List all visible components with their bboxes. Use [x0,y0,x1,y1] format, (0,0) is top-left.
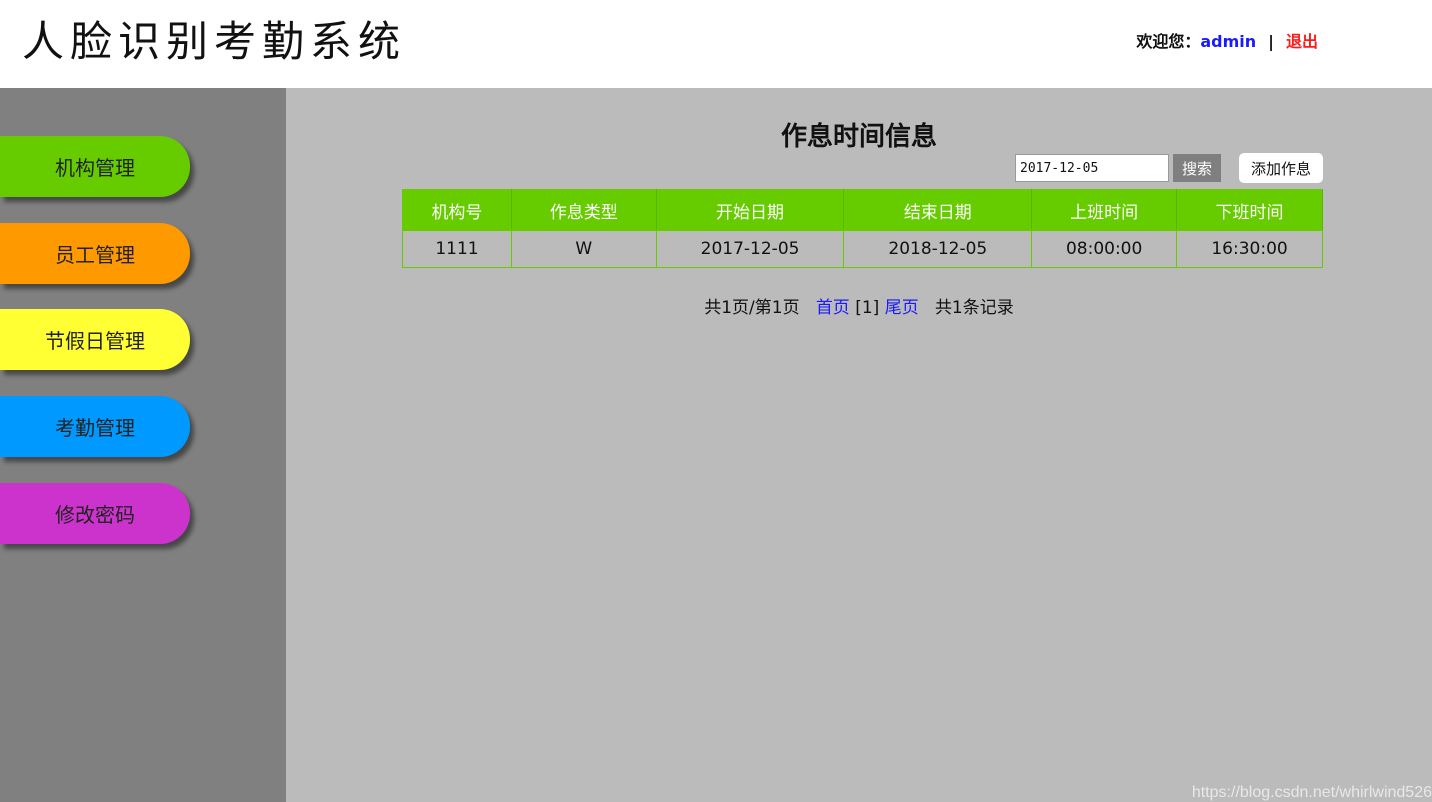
main-content: 作息时间信息 搜索 添加作息 机构号 作息类型 开始日期 结束日期 上班时间 下… [286,88,1432,802]
column-header-work-start: 上班时间 [1031,189,1178,231]
pager-current-page: [1] [855,298,880,318]
sidebar-item-employee-management[interactable]: 员工管理 [0,223,190,284]
column-header-org-id: 机构号 [402,189,512,231]
table-header-row: 机构号 作息类型 开始日期 结束日期 上班时间 下班时间 [402,189,1323,231]
sidebar-item-change-password[interactable]: 修改密码 [0,483,190,544]
separator: | [1268,32,1274,51]
user-area: 欢迎您：admin | 退出 [1136,28,1318,52]
sidebar-item-holiday-management[interactable]: 节假日管理 [0,309,190,370]
add-schedule-button[interactable]: 添加作息 [1239,153,1323,183]
app-title: 人脸识别考勤系统 [22,17,407,66]
pager-record-count: 共1条记录 [934,298,1014,318]
pagination: 共1页/第1页 首页 [1] 尾页 共1条记录 [286,293,1432,318]
sidebar-item-attendance-management[interactable]: 考勤管理 [0,396,190,457]
cell-work-start: 08:00:00 [1031,230,1178,268]
schedule-table: 机构号 作息类型 开始日期 结束日期 上班时间 下班时间 1111 W 2017… [402,189,1323,268]
column-header-schedule-type: 作息类型 [510,189,657,231]
table-row: 1111 W 2017-12-05 2018-12-05 08:00:00 16… [402,230,1323,268]
page-title: 作息时间信息 [780,122,937,152]
header: 人脸识别考勤系统 欢迎您：admin | 退出 [0,0,1432,88]
sidebar: 机构管理 员工管理 节假日管理 考勤管理 修改密码 [0,88,286,802]
sidebar-item-org-management[interactable]: 机构管理 [0,136,190,197]
user-name: admin [1200,32,1257,51]
column-header-start-date: 开始日期 [655,189,845,231]
search-button[interactable]: 搜索 [1173,154,1221,182]
search-date-input[interactable] [1015,154,1169,182]
cell-org-id: 1111 [402,230,512,268]
pager-summary: 共1页/第1页 [704,298,800,318]
pager-first-link[interactable]: 首页 [816,298,850,318]
column-header-work-end: 下班时间 [1176,189,1323,231]
watermark-text: https://blog.csdn.net/whirlwind526 [1191,784,1432,801]
cell-start-date: 2017-12-05 [655,230,845,268]
welcome-label: 欢迎您： [1136,32,1201,51]
cell-schedule-type: W [510,230,657,268]
cell-end-date: 2018-12-05 [843,230,1033,268]
logout-link[interactable]: 退出 [1286,32,1318,51]
column-header-end-date: 结束日期 [843,189,1033,231]
pager-last-link[interactable]: 尾页 [885,298,919,318]
cell-work-end: 16:30:00 [1176,230,1323,268]
